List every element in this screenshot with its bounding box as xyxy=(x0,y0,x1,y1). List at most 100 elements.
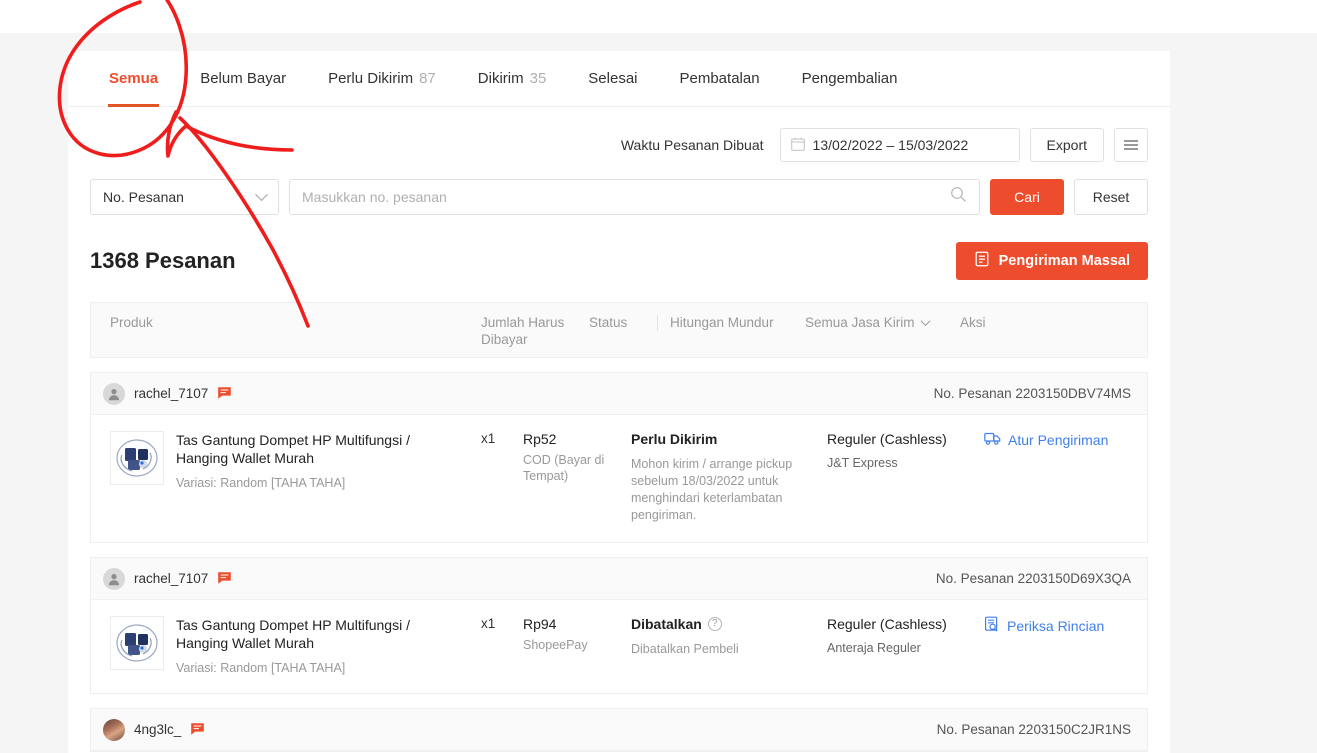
check-details-link[interactable]: Periksa Rincian xyxy=(984,616,1147,635)
tab-selesai-label: Selesai xyxy=(588,70,638,87)
payment-method: ShopeePay xyxy=(523,638,588,652)
status-note: Mohon kirim / arrange pickup sebelum 18/… xyxy=(631,457,793,522)
order-number-label: No. Pesanan xyxy=(933,386,1012,401)
avatar[interactable] xyxy=(103,382,125,405)
tab-pengembalian[interactable]: Pengembalian xyxy=(781,51,919,107)
order-card: rachel_7107 No. Pesanan 2203150DBV74MS T… xyxy=(90,372,1148,543)
column-header-status: Status xyxy=(589,315,628,330)
bulk-shipping-button[interactable]: Pengiriman Massal xyxy=(955,242,1148,280)
column-header-hitungan-mundur: Hitungan Mundur xyxy=(670,315,774,330)
action-cell: Atur Pengiriman xyxy=(984,431,1147,524)
search-input[interactable] xyxy=(302,189,950,205)
order-card-body: Tas Gantung Dompet HP Multifungsi / Hang… xyxy=(91,415,1147,542)
order-card-body: Tas Gantung Dompet HP Multifungsi / Hang… xyxy=(91,600,1147,693)
product-variation: Variasi: Random [TAHA TAHA] xyxy=(176,476,346,490)
buyer-username[interactable]: rachel_7107 xyxy=(134,386,208,401)
order-number: No. Pesanan 2203150DBV74MS xyxy=(934,386,1131,401)
tab-semua[interactable]: Semua xyxy=(88,51,179,107)
product-info: Tas Gantung Dompet HP Multifungsi / Hang… xyxy=(176,616,448,675)
search-input-wrapper[interactable] xyxy=(289,179,980,215)
tab-selesai[interactable]: Selesai xyxy=(567,51,658,107)
payment-method: COD (Bayar di Tempat) xyxy=(523,453,605,483)
screenshot-root: Semua Belum Bayar Perlu Dikirim 87 Dikir… xyxy=(0,0,1317,753)
product-title[interactable]: Tas Gantung Dompet HP Multifungsi / Hang… xyxy=(176,431,448,467)
product-cell: Tas Gantung Dompet HP Multifungsi / Hang… xyxy=(91,616,481,675)
search-button[interactable]: Cari xyxy=(990,179,1064,215)
hamburger-menu-icon xyxy=(1124,138,1138,152)
tab-pembatalan-label: Pembatalan xyxy=(679,70,760,87)
document-search-icon xyxy=(984,616,1000,635)
shipping-type: Reguler (Cashless) xyxy=(827,431,947,447)
order-number-label: No. Pesanan xyxy=(936,722,1015,737)
product-thumbnail-blue-bag-icon xyxy=(112,618,162,668)
filter-row-date: Waktu Pesanan Dibuat 13/02/2022 – 15/03/… xyxy=(90,125,1148,165)
column-divider xyxy=(657,315,658,331)
order-card-header: 4ng3lc_ No. Pesanan 2203150C2JR1NS xyxy=(91,709,1147,751)
status-badge: Perlu Dikirim xyxy=(631,431,809,447)
more-options-button[interactable] xyxy=(1114,128,1148,162)
export-button[interactable]: Export xyxy=(1029,128,1104,162)
product-cell: Tas Gantung Dompet HP Multifungsi / Hang… xyxy=(91,431,481,524)
date-range-picker[interactable]: 13/02/2022 – 15/03/2022 xyxy=(779,128,1020,162)
tab-perlu-dikirim-label: Perlu Dikirim xyxy=(328,70,414,87)
tab-semua-label: Semua xyxy=(109,70,159,87)
avatar[interactable] xyxy=(103,718,125,741)
chat-bubble-icon[interactable] xyxy=(190,722,205,737)
product-thumbnail[interactable] xyxy=(110,431,164,485)
chevron-down-icon xyxy=(920,316,930,327)
chat-bubble-icon[interactable] xyxy=(217,571,232,586)
filter-row-search: No. Pesanan Cari Reset xyxy=(90,178,1148,216)
order-buyer-info: rachel_7107 xyxy=(103,382,232,405)
calendar-icon xyxy=(790,137,805,154)
order-buyer-info: rachel_7107 xyxy=(103,567,232,590)
tab-dikirim[interactable]: Dikirim 35 xyxy=(457,51,568,107)
buyer-username[interactable]: 4ng3lc_ xyxy=(134,722,181,737)
status-note: Dibatalkan Pembeli xyxy=(631,642,739,656)
tab-dikirim-count: 35 xyxy=(529,70,547,87)
page-title: 1368 Pesanan xyxy=(90,248,236,273)
tab-dikirim-label: Dikirim xyxy=(477,70,524,87)
avatar[interactable] xyxy=(103,567,125,590)
product-thumbnail[interactable] xyxy=(110,616,164,670)
status-label: Dibatalkan xyxy=(631,616,702,632)
product-title[interactable]: Tas Gantung Dompet HP Multifungsi / Hang… xyxy=(176,616,448,652)
person-silhouette-icon xyxy=(108,388,120,400)
order-card: 4ng3lc_ No. Pesanan 2203150C2JR1NS xyxy=(90,708,1148,752)
column-header-produk: Produk xyxy=(110,315,153,330)
tab-perlu-dikirim-count: 87 xyxy=(419,70,436,87)
column-header-aksi: Aksi xyxy=(960,315,986,330)
shipping-cell: Reguler (Cashless) J&T Express xyxy=(827,431,984,524)
help-circle-icon[interactable]: ? xyxy=(707,617,722,631)
arrange-shipment-link[interactable]: Atur Pengiriman xyxy=(984,431,1147,449)
order-buyer-info: 4ng3lc_ xyxy=(103,718,205,741)
action-cell: Periksa Rincian xyxy=(984,616,1147,675)
order-card-header: rachel_7107 No. Pesanan 2203150D69X3QA xyxy=(91,558,1147,600)
order-card-header: rachel_7107 No. Pesanan 2203150DBV74MS xyxy=(91,373,1147,415)
tab-perlu-dikirim[interactable]: Perlu Dikirim 87 xyxy=(307,51,457,107)
status-badge: Dibatalkan ? xyxy=(631,616,809,632)
courier-name: Anteraja Reguler xyxy=(827,641,921,655)
product-quantity: x1 xyxy=(481,616,496,631)
buyer-username[interactable]: rachel_7107 xyxy=(134,571,208,586)
payment-cell: Rp52 COD (Bayar di Tempat) xyxy=(523,431,631,524)
date-filter-label: Waktu Pesanan Dibuat xyxy=(620,137,764,153)
courier-name: J&T Express xyxy=(827,456,898,470)
tab-belum-bayar-label: Belum Bayar xyxy=(200,70,287,87)
person-silhouette-icon xyxy=(108,573,120,585)
truck-icon xyxy=(984,431,1001,449)
search-field-select-value: No. Pesanan xyxy=(103,189,184,205)
reset-button[interactable]: Reset xyxy=(1074,179,1148,215)
tab-belum-bayar[interactable]: Belum Bayar xyxy=(179,51,307,107)
chat-bubble-icon[interactable] xyxy=(217,386,232,401)
column-header-jasa-kirim[interactable]: Semua Jasa Kirim xyxy=(805,314,960,331)
tab-pembatalan[interactable]: Pembatalan xyxy=(659,51,781,107)
order-number-value: 2203150C2JR1NS xyxy=(1018,722,1131,737)
summary-row: 1368 Pesanan Pengiriman Massal xyxy=(68,216,1170,280)
order-number-value: 2203150D69X3QA xyxy=(1017,571,1131,586)
shipping-cell: Reguler (Cashless) Anteraja Reguler xyxy=(827,616,984,675)
order-number-label: No. Pesanan xyxy=(935,571,1014,586)
table-header-row: Produk Jumlah Harus Dibayar Status Hitun… xyxy=(90,302,1148,358)
chevron-down-icon xyxy=(255,187,268,201)
search-field-select[interactable]: No. Pesanan xyxy=(90,179,279,215)
order-number: No. Pesanan 2203150D69X3QA xyxy=(936,571,1131,586)
